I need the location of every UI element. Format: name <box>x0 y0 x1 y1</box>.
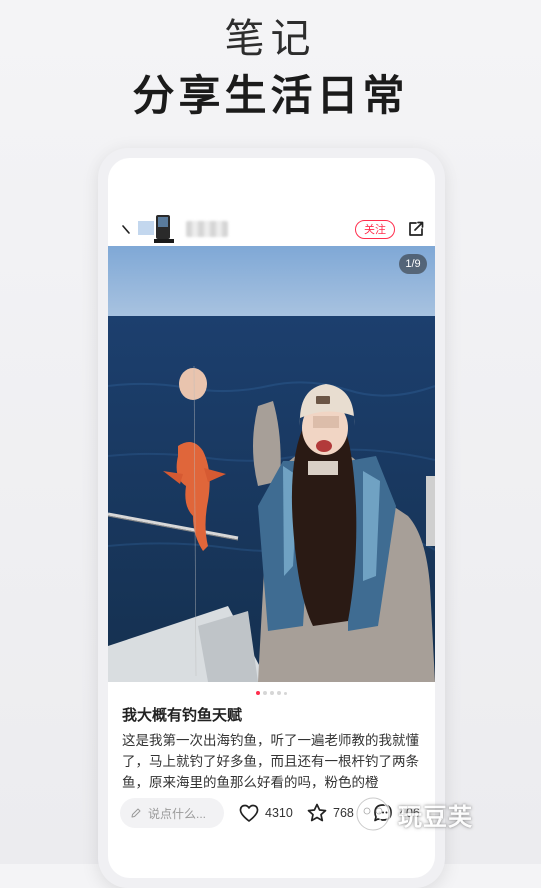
post-title: 我大概有钓鱼天赋 <box>122 707 243 724</box>
post-body[interactable]: 这是我第一次出海钓鱼，听了一遍老师教的我就懂了，马上就钓了好多鱼，而且还有一根杆… <box>122 730 422 794</box>
image-pagination <box>108 691 435 697</box>
avatar[interactable] <box>138 213 176 245</box>
back-icon[interactable] <box>120 222 134 236</box>
post-photo[interactable]: 1/9 <box>108 246 435 682</box>
like-count: 4310 <box>265 806 293 820</box>
pagination-dot[interactable] <box>277 691 281 695</box>
username-blurred[interactable] <box>186 221 228 237</box>
share-icon[interactable] <box>407 220 425 238</box>
pagination-dot[interactable] <box>263 691 267 695</box>
pagination-dot[interactable] <box>256 691 260 695</box>
star-icon <box>307 803 327 822</box>
image-counter: 1/9 <box>399 254 427 274</box>
watermark: 玩豆芙 <box>352 794 532 834</box>
pencil-icon <box>131 808 141 818</box>
phone-screen: 关注 1/9 我大概有钓鱼天赋 这是我第一次出海钓鱼，听了一遍老师教的我就懂了，… <box>108 158 435 878</box>
hero-subtitle: 笔记 <box>224 17 317 61</box>
heart-icon <box>239 804 259 822</box>
like-button[interactable]: 4310 <box>238 798 293 828</box>
pagination-dot[interactable] <box>270 691 274 695</box>
favorite-button[interactable]: 768 <box>306 798 354 828</box>
follow-button[interactable]: 关注 <box>355 220 395 239</box>
pagination-dot[interactable] <box>284 691 287 695</box>
favorite-count: 768 <box>333 806 354 820</box>
watermark-logo-icon <box>355 796 391 832</box>
comment-input[interactable]: 说点什么... <box>120 798 224 828</box>
phone-frame: 关注 1/9 我大概有钓鱼天赋 这是我第一次出海钓鱼，听了一遍老师教的我就懂了，… <box>98 148 445 888</box>
fishing-photo-illustration <box>108 246 435 682</box>
comment-placeholder: 说点什么... <box>148 806 207 821</box>
watermark-text: 玩豆芙 <box>398 803 473 831</box>
hero-title: 分享生活日常 <box>132 72 409 119</box>
